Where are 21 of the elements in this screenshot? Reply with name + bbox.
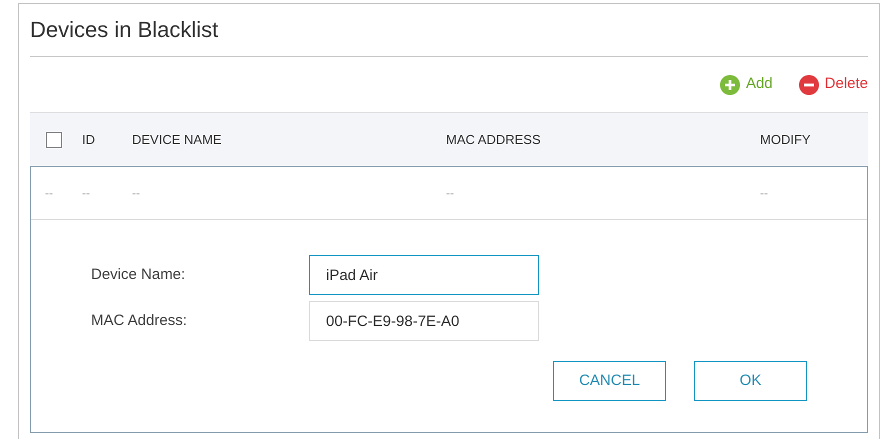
- page-title: Devices in Blacklist: [30, 4, 868, 57]
- column-header: MODIFY: [760, 132, 811, 147]
- table-cell: --: [760, 186, 768, 200]
- field-label: MAC Address:: [91, 310, 188, 331]
- table-cell: --: [45, 186, 53, 200]
- field-label: Device Name:: [91, 264, 186, 285]
- input-field[interactable]: 00-FC-E9-98-7E-A0: [309, 301, 539, 341]
- column-header: DEVICE NAME: [132, 132, 222, 147]
- column-header: ID: [82, 132, 95, 147]
- table-cell: --: [82, 186, 90, 200]
- column-header: MAC ADDRESS: [446, 132, 541, 147]
- input-field[interactable]: iPad Air: [309, 255, 539, 295]
- delete-button[interactable]: Delete: [798, 73, 868, 96]
- ok-button[interactable]: OK: [694, 361, 807, 401]
- select-all-checkbox[interactable]: [46, 132, 62, 148]
- table-cell: --: [446, 186, 454, 200]
- minus-circle-icon: [798, 74, 819, 94]
- table-cell: --: [132, 186, 140, 200]
- cancel-button[interactable]: CANCEL: [553, 361, 666, 401]
- plus-circle-icon: [720, 74, 740, 94]
- add-button[interactable]: Add: [720, 73, 773, 96]
